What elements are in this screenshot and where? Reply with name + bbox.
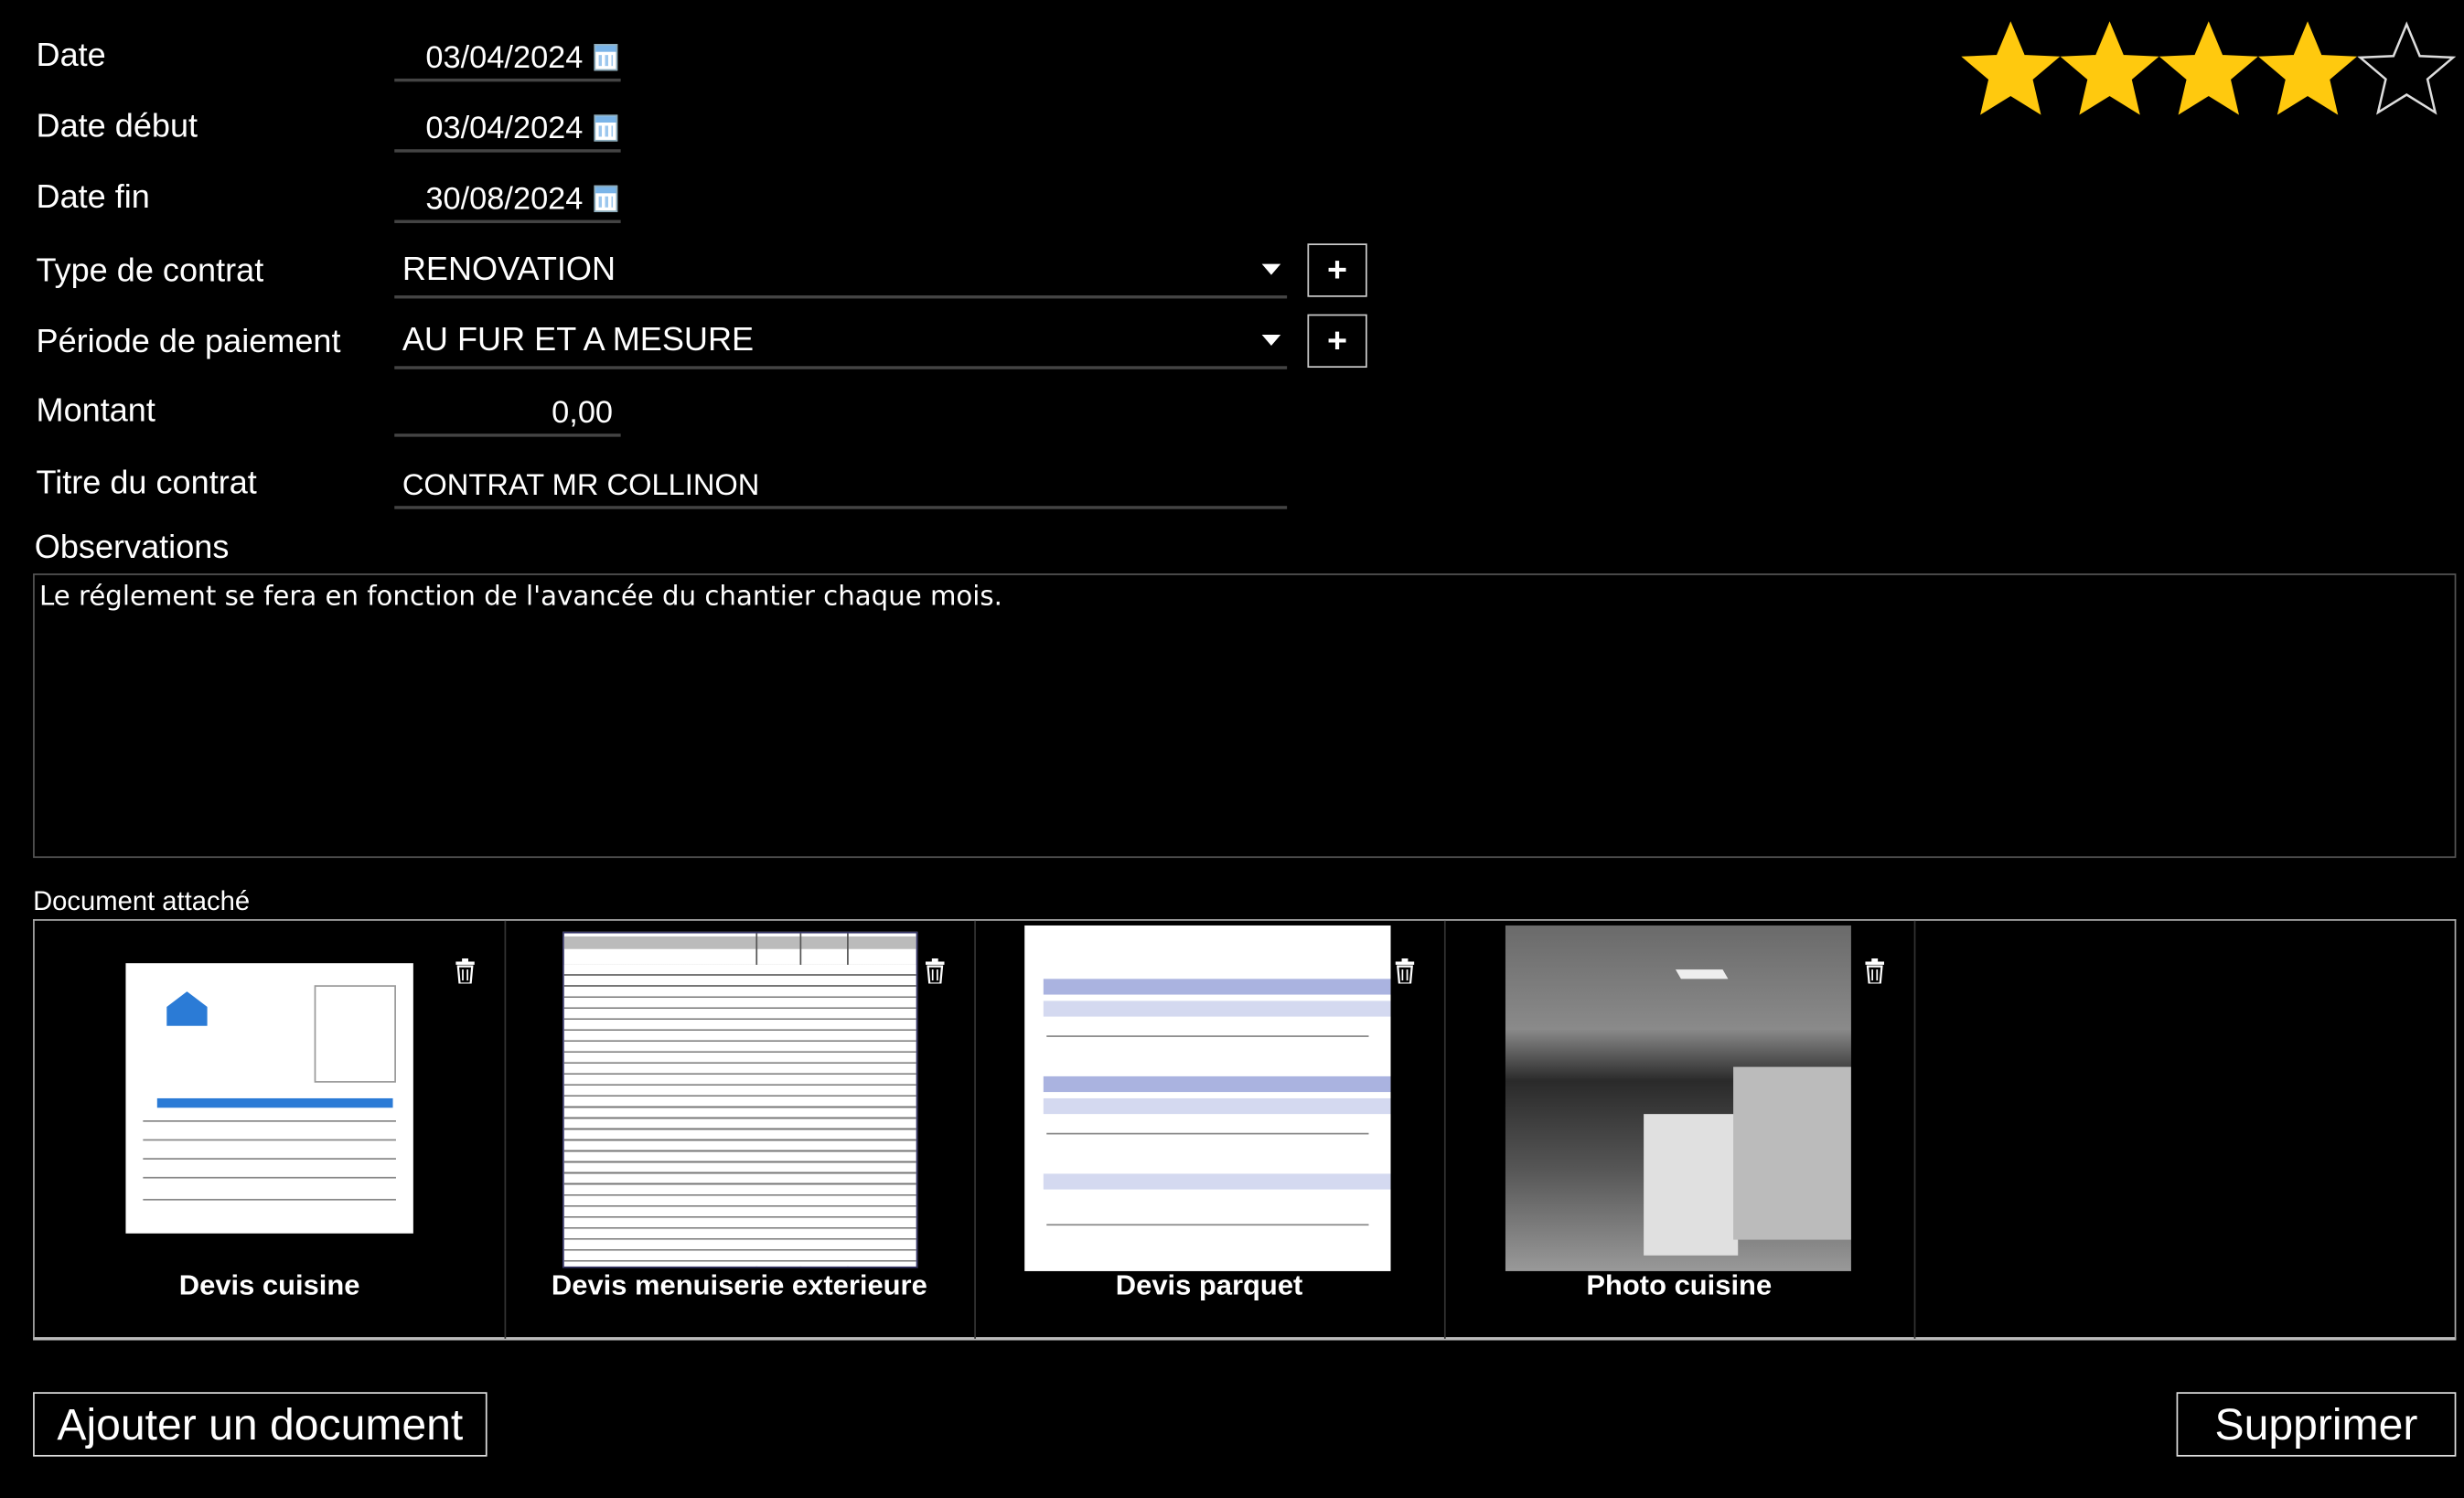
date-label: Date	[36, 37, 106, 74]
chevron-down-icon[interactable]	[1261, 263, 1281, 275]
document-name: Devis parquet	[1115, 1269, 1303, 1301]
calendar-icon[interactable]	[594, 44, 618, 71]
date-debut-field[interactable]: 03/04/2024	[394, 105, 621, 153]
periode-paiement-label: Période de paiement	[36, 323, 341, 360]
periode-paiement-value: AU FUR ET A MESURE	[402, 322, 755, 358]
documents-label: Document attaché	[33, 886, 251, 916]
date-debut-label: Date début	[36, 108, 198, 145]
rating-stars[interactable]	[1961, 19, 2457, 120]
document-thumbnail[interactable]	[125, 963, 413, 1234]
type-contrat-label: Type de contrat	[36, 252, 264, 290]
trash-icon[interactable]	[455, 958, 475, 984]
add-document-button[interactable]: Ajouter un document	[33, 1392, 487, 1457]
observations-label: Observations	[34, 529, 230, 566]
photo-thumbnail[interactable]	[1505, 925, 1851, 1271]
periode-paiement-select[interactable]: AU FUR ET A MESURE	[394, 316, 1288, 369]
document-name: Photo cuisine	[1586, 1269, 1773, 1301]
document-thumbnail[interactable]	[562, 931, 918, 1268]
calendar-icon[interactable]	[594, 114, 618, 142]
titre-value: CONTRAT MR COLLINON	[402, 469, 760, 503]
trash-icon[interactable]	[1395, 958, 1415, 984]
document-name: Devis menuiserie exterieure	[551, 1269, 927, 1301]
titre-label: Titre du contrat	[36, 465, 257, 502]
calendar-icon[interactable]	[594, 185, 618, 212]
document-item[interactable]: Devis cuisine	[35, 920, 507, 1339]
type-contrat-value: RENOVATION	[402, 251, 616, 288]
montant-value: 0,00	[552, 395, 614, 431]
document-item[interactable]: Photo cuisine	[1444, 920, 1916, 1339]
star-filled-icon[interactable]	[1961, 19, 2061, 120]
date-debut-value: 03/04/2024	[425, 111, 584, 146]
star-filled-icon[interactable]	[2060, 19, 2159, 120]
delete-button[interactable]: Supprimer	[2176, 1392, 2457, 1457]
documents-panel: Devis cuisine Devis menuiserie exterieur…	[33, 919, 2457, 1341]
date-fin-field[interactable]: 30/08/2024	[394, 176, 621, 223]
type-contrat-select[interactable]: RENOVATION	[394, 245, 1288, 299]
document-thumbnail[interactable]	[1024, 925, 1391, 1271]
trash-icon[interactable]	[925, 958, 945, 984]
trash-icon[interactable]	[1865, 958, 1885, 984]
date-fin-label: Date fin	[36, 178, 150, 216]
montant-input[interactable]: 0,00	[394, 390, 621, 437]
star-empty-icon[interactable]	[2357, 19, 2457, 120]
document-item[interactable]: Devis menuiserie exterieure	[505, 920, 976, 1339]
star-filled-icon[interactable]	[2258, 19, 2358, 120]
date-field[interactable]: 03/04/2024	[394, 35, 621, 82]
date-fin-value: 30/08/2024	[425, 182, 584, 218]
document-name: Devis cuisine	[178, 1269, 360, 1301]
add-periode-paiement-button[interactable]: +	[1307, 314, 1367, 369]
chevron-down-icon[interactable]	[1261, 334, 1281, 346]
document-item[interactable]: Devis parquet	[974, 920, 1446, 1339]
date-value: 03/04/2024	[425, 40, 584, 76]
add-type-contrat-button[interactable]: +	[1307, 243, 1367, 297]
star-filled-icon[interactable]	[2159, 19, 2258, 120]
observations-textarea[interactable]: Le réglement se fera en fonction de l'av…	[33, 573, 2457, 859]
titre-input[interactable]: CONTRAT MR COLLINON	[394, 460, 1288, 509]
montant-label: Montant	[36, 392, 155, 430]
